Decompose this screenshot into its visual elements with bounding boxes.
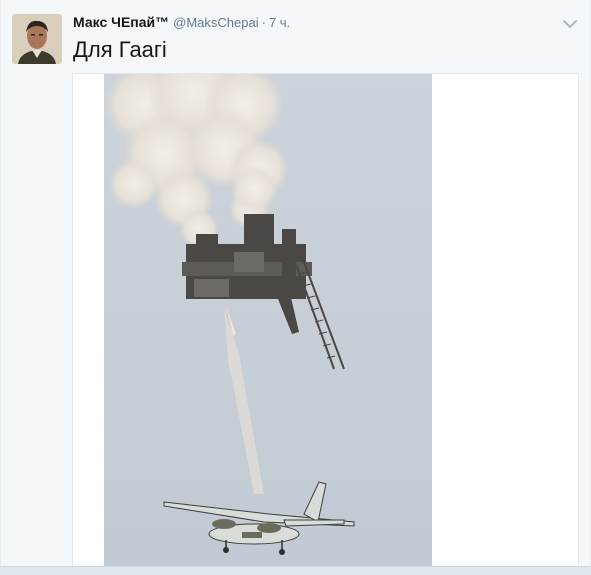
tweet-text: Для Гаагі: [73, 37, 167, 62]
tweet-photo[interactable]: [104, 74, 432, 567]
author-name[interactable]: Макс ЧЕпай™: [73, 14, 169, 30]
tweet-header: Макс ЧЕпай™ @MaksChepai · 7 ч.: [73, 14, 290, 32]
tweet-card[interactable]: Макс ЧЕпай™ @MaksChepai · 7 ч. Для Гаагі: [0, 0, 591, 567]
author-handle[interactable]: @MaksChepai: [173, 15, 258, 30]
media-container[interactable]: [72, 73, 579, 567]
tweet-timestamp[interactable]: 7 ч.: [269, 15, 290, 30]
avatar[interactable]: [12, 14, 62, 64]
chevron-down-icon[interactable]: [563, 16, 577, 29]
header-separator: ·: [261, 15, 266, 30]
